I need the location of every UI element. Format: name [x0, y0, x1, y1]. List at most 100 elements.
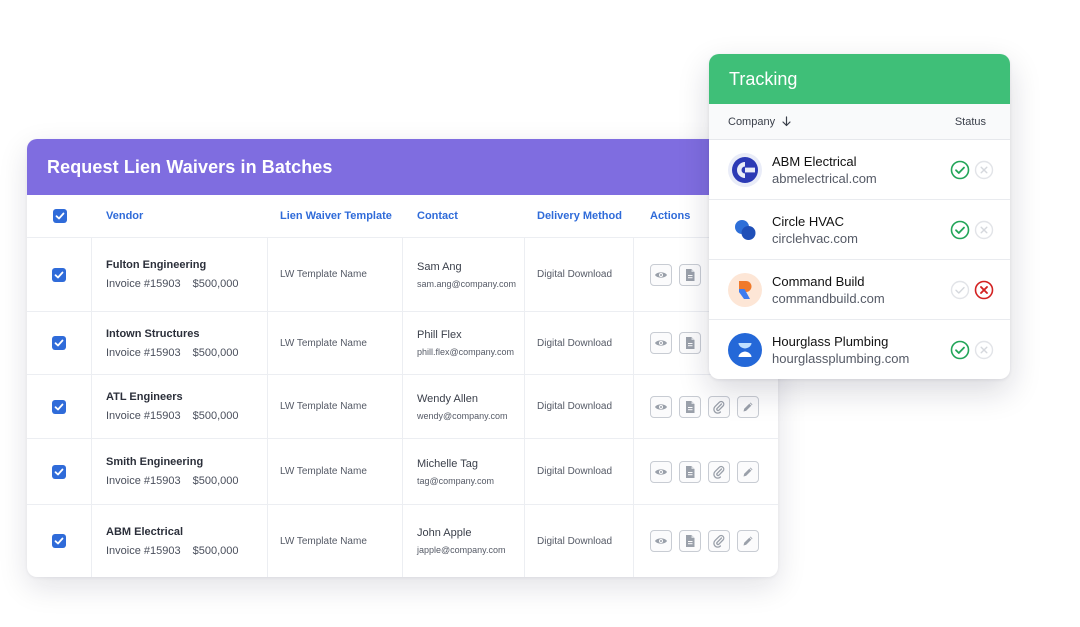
invoice-amount: $500,000 — [192, 544, 239, 557]
edit-button[interactable] — [737, 460, 759, 483]
check-icon — [54, 537, 64, 545]
template-cell[interactable]: LW Template Name — [268, 238, 403, 311]
tracking-row[interactable]: Circle HVAC circlehvac.com — [709, 200, 1010, 260]
vendor-name: ATL Engineers — [106, 391, 183, 403]
check-circle-icon — [950, 160, 970, 179]
row-check-cell — [27, 439, 92, 504]
pencil-icon — [743, 536, 753, 546]
delivery-method: Digital Download — [537, 466, 613, 477]
select-all-checkbox[interactable] — [52, 209, 67, 223]
delivery-cell[interactable]: Digital Download — [525, 439, 634, 504]
delivery-cell[interactable]: Digital Download — [525, 375, 634, 438]
template-name: LW Template Name — [280, 535, 367, 547]
row-check-cell — [27, 505, 92, 577]
row-checkbox[interactable] — [52, 336, 66, 350]
delivery-cell[interactable]: Digital Download — [525, 312, 634, 374]
invoice-number: Invoice #15903 — [106, 410, 181, 422]
company-url: hourglassplumbing.com — [772, 351, 910, 366]
col-header-delivery[interactable]: Delivery Method — [525, 195, 634, 237]
check-icon — [54, 403, 64, 410]
tracking-row[interactable]: Command Build commandbuild.com — [709, 260, 1010, 320]
hourglass-logo-mark — [738, 343, 752, 357]
x-circle-icon — [974, 160, 994, 179]
template-name: LW Template Name — [280, 466, 367, 477]
view-button[interactable] — [650, 530, 672, 552]
approved-status — [950, 160, 970, 180]
row-check-cell — [27, 375, 92, 438]
paperclip-icon — [713, 465, 725, 479]
x-circle-icon — [974, 280, 994, 299]
contact-name: Sam Ang — [417, 260, 462, 273]
col-contact-label: Contact — [417, 210, 458, 222]
view-button[interactable] — [650, 332, 672, 354]
col-header-vendor[interactable]: Vendor — [92, 195, 268, 237]
actions-cell — [634, 375, 778, 438]
attach-button[interactable] — [708, 395, 730, 418]
rejected-status — [974, 280, 994, 300]
delivery-method: Digital Download — [537, 535, 613, 547]
batch-request-card: Request Lien Waivers in Batches Vendor L… — [27, 139, 778, 577]
document-button[interactable] — [679, 530, 701, 552]
tracking-header: Tracking — [709, 54, 1010, 104]
template-cell[interactable]: LW Template Name — [268, 505, 403, 577]
tracking-row[interactable]: ABM Electrical abmelectrical.com — [709, 140, 1010, 200]
vendor-cell: Intown Structures Invoice #15903 $500,000 — [92, 312, 268, 374]
row-check-cell — [27, 312, 92, 374]
company-name: ABM Electrical — [772, 153, 857, 169]
attach-button[interactable] — [708, 460, 730, 483]
eye-icon — [655, 538, 667, 544]
hourglass-logo — [728, 333, 762, 367]
invoice-amount: $500,000 — [192, 346, 239, 359]
row-checkbox[interactable] — [52, 464, 66, 479]
contact-name: Phill Flex — [417, 329, 462, 341]
check-icon — [55, 212, 64, 220]
batch-title: Request Lien Waivers in Batches — [47, 156, 333, 177]
check-icon — [54, 468, 64, 475]
row-checkbox[interactable] — [52, 399, 66, 414]
check-circle-icon — [950, 340, 970, 360]
col-company-label: Company — [728, 115, 776, 128]
row-checkbox[interactable] — [52, 267, 66, 282]
table-row: ATL Engineers Invoice #15903 $500,000 LW … — [27, 375, 778, 439]
arrow-down-icon — [782, 116, 791, 127]
eye-icon — [655, 271, 667, 278]
view-button[interactable] — [650, 395, 672, 418]
status-indicators — [950, 280, 994, 300]
table-row: Intown Structures Invoice #15903 $500,000… — [27, 312, 778, 375]
contact-name: Michelle Tag — [417, 457, 478, 470]
document-button[interactable] — [679, 263, 701, 286]
command-logo-mark — [739, 280, 752, 299]
col-header-template[interactable]: Lien Waiver Template — [268, 195, 403, 237]
eye-icon — [655, 468, 667, 475]
edit-button[interactable] — [737, 395, 759, 418]
document-button[interactable] — [679, 395, 701, 418]
delivery-cell[interactable]: Digital Download — [525, 238, 634, 311]
circle-logo — [728, 212, 762, 247]
document-button[interactable] — [679, 332, 701, 354]
sort-company-header[interactable]: Company — [728, 116, 792, 128]
x-circle-icon — [974, 220, 994, 239]
document-icon — [686, 535, 695, 547]
approved-status-inactive — [950, 280, 970, 300]
edit-button[interactable] — [737, 530, 759, 552]
view-button[interactable] — [650, 460, 672, 483]
circle-logo-mark — [735, 219, 756, 240]
tracking-row[interactable]: Hourglass Plumbing hourglassplumbing.com — [709, 320, 1010, 379]
row-checkbox[interactable] — [52, 534, 66, 548]
document-button[interactable] — [679, 460, 701, 483]
template-cell[interactable]: LW Template Name — [268, 439, 403, 504]
col-header-contact[interactable]: Contact — [403, 195, 525, 237]
rejected-status-inactive — [974, 220, 994, 240]
view-button[interactable] — [650, 263, 672, 286]
vendor-name: Fulton Engineering — [106, 259, 207, 271]
delivery-cell[interactable]: Digital Download — [525, 505, 634, 577]
attach-button[interactable] — [708, 530, 730, 552]
document-icon — [686, 400, 695, 413]
company-name: Hourglass Plumbing — [772, 334, 889, 349]
template-cell[interactable]: LW Template Name — [268, 312, 403, 374]
invoice-amount: $500,000 — [192, 410, 239, 422]
status-indicators — [950, 220, 994, 240]
paperclip-icon — [713, 534, 725, 548]
col-delivery-label: Delivery Method — [537, 210, 622, 222]
template-cell[interactable]: LW Template Name — [268, 375, 403, 438]
